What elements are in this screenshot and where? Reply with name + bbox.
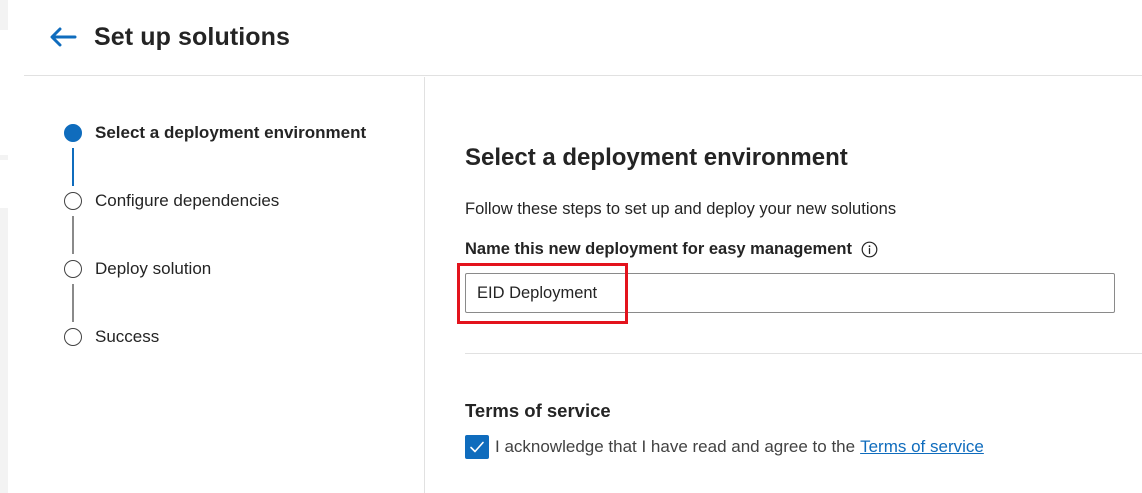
step-configure-dependencies[interactable]: Configure dependencies — [64, 189, 279, 213]
step-status-dot — [64, 328, 82, 346]
deployment-name-input[interactable] — [465, 273, 1115, 313]
wizard-steps-pane: Select a deployment environment Configur… — [24, 77, 425, 493]
intro-text: Follow these steps to set up and deploy … — [465, 200, 897, 218]
page-header: Set up solutions — [24, 0, 1142, 76]
step-label: Success — [95, 327, 160, 346]
step-status-dot — [64, 124, 82, 142]
terms-text: I acknowledge that I have read and agree… — [495, 437, 856, 456]
step-label: Deploy solution — [95, 259, 212, 278]
deployment-name-label: Name this new deployment for easy manage… — [465, 240, 878, 259]
terms-heading: Terms of service — [465, 400, 611, 421]
step-deploy-solution[interactable]: Deploy solution — [64, 257, 211, 281]
section-heading: Select a deployment environment — [465, 144, 848, 171]
checkmark-icon — [470, 441, 484, 453]
back-button[interactable] — [46, 20, 80, 54]
step-select-environment[interactable]: Select a deployment environment — [64, 121, 366, 145]
terms-acknowledgement: I acknowledge that I have read and agree… — [465, 435, 984, 459]
step-connector — [72, 148, 74, 186]
info-icon[interactable] — [861, 241, 878, 258]
step-label: Select a deployment environment — [95, 123, 367, 142]
step-status-dot — [64, 260, 82, 278]
step-label: Configure dependencies — [95, 191, 280, 210]
page-title: Set up solutions — [94, 23, 291, 51]
terms-of-service-link[interactable]: Terms of service — [860, 437, 984, 457]
terms-checkbox[interactable] — [465, 435, 489, 459]
left-edge-panel — [0, 0, 8, 493]
section-divider — [465, 353, 1142, 354]
step-success[interactable]: Success — [64, 325, 159, 349]
arrow-left-icon — [50, 27, 77, 47]
left-edge-notch — [0, 160, 8, 208]
step-connector — [72, 216, 74, 254]
step-status-dot — [64, 192, 82, 210]
field-label-text: Name this new deployment for easy manage… — [465, 240, 852, 258]
left-edge-notch — [0, 30, 8, 155]
main-content: Select a deployment environment Follow t… — [457, 77, 1142, 493]
step-connector — [72, 284, 74, 322]
